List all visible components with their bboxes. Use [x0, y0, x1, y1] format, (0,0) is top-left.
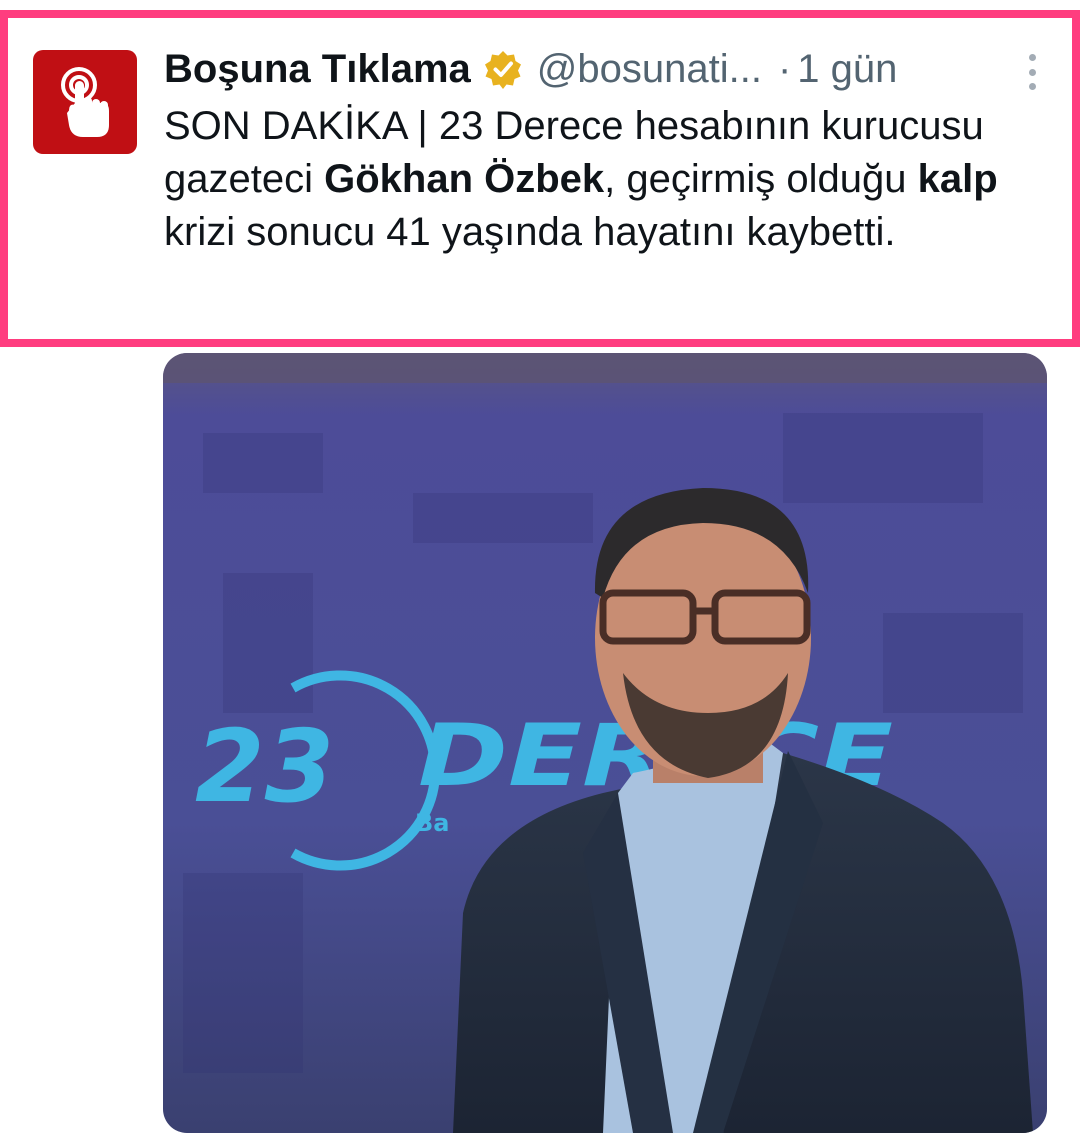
tweet-text-part: , geçirmiş olduğu	[604, 157, 918, 201]
logo-number: 23	[195, 708, 334, 825]
logo-sub: Ba	[415, 809, 450, 837]
tweet-image[interactable]: 23 DERECE Ba	[163, 353, 1047, 1133]
author-handle[interactable]: @bosunati...	[537, 47, 762, 92]
separator-dot: ·	[777, 46, 792, 91]
more-vertical-icon[interactable]	[1026, 54, 1038, 90]
tweet-text: SON DAKİKA | 23 Derece hesabının kurucus…	[164, 100, 1044, 259]
tweet-text-bold-name: Gökhan Özbek	[324, 157, 605, 201]
verified-badge-icon	[483, 49, 523, 89]
tweet-time[interactable]: 1 gün	[797, 47, 897, 92]
tweet-header: Boşuna Tıklama @bosunati... · 1 gün	[164, 42, 1040, 96]
avatar[interactable]	[33, 50, 137, 154]
tweet-text-part: krizi sonucu 41 yaşında hayatını kaybett…	[164, 210, 896, 254]
tap-hand-icon	[61, 67, 109, 137]
tweet-text-bold-word: kalp	[917, 157, 998, 201]
author-name[interactable]: Boşuna Tıklama	[164, 47, 471, 92]
